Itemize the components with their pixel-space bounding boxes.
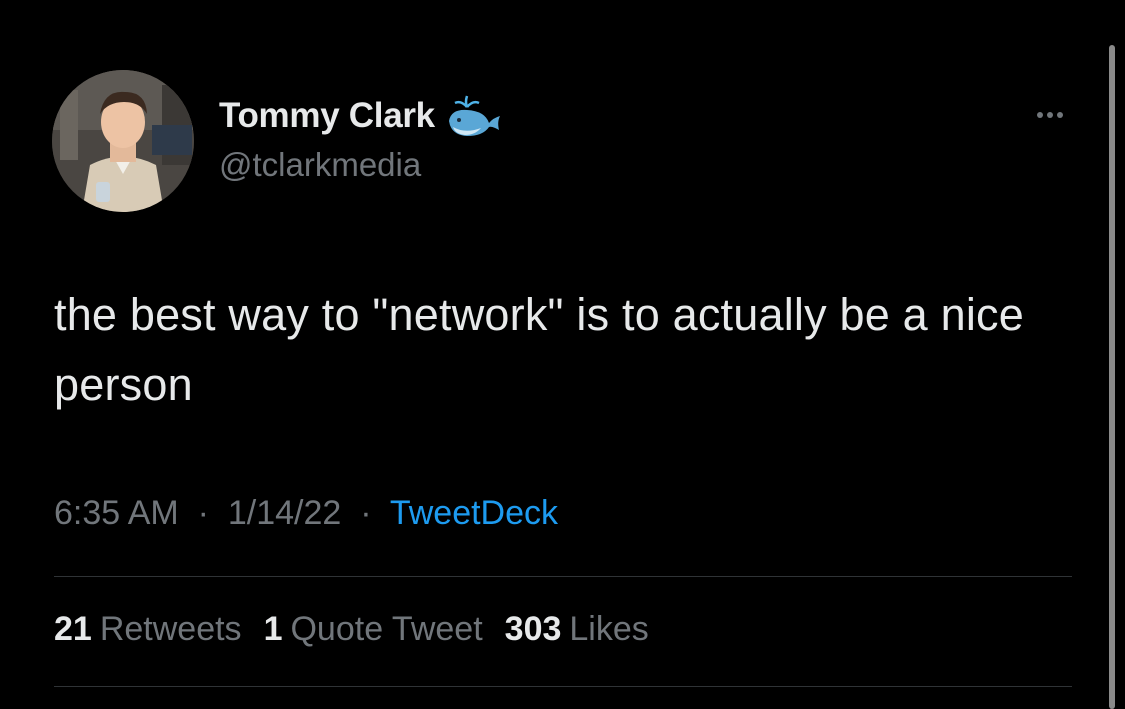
tweet-stats: 21 Retweets 1 Quote Tweet 303 Likes (54, 610, 671, 649)
tweet-source-link[interactable]: TweetDeck (390, 494, 558, 532)
divider (54, 686, 1072, 687)
quote-tweets-stat[interactable]: 1 Quote Tweet (264, 610, 483, 649)
scrollbar[interactable] (1109, 45, 1115, 709)
more-options-button[interactable] (1026, 100, 1074, 130)
meta-separator: · (188, 494, 219, 532)
tweet-text: the best way to "network" is to actually… (54, 289, 1024, 410)
more-dot-icon (1037, 112, 1043, 118)
author-display-name[interactable]: Tommy Clark (219, 96, 435, 136)
retweets-label: Retweets (99, 610, 242, 648)
quote-tweets-count: 1 (263, 610, 283, 648)
author-name-row[interactable]: Tommy Clark (219, 94, 503, 138)
more-dot-icon (1047, 112, 1053, 118)
spouting-whale-icon (445, 94, 503, 138)
more-dot-icon (1057, 112, 1063, 118)
likes-label: Likes (569, 610, 649, 648)
tweet-time[interactable]: 6:35 AM (54, 494, 179, 532)
divider (54, 576, 1072, 577)
tweet-meta: 6:35 AM · 1/14/22 · TweetDeck (54, 494, 558, 533)
author-handle[interactable]: @tclarkmedia (219, 146, 421, 184)
retweets-count: 21 (54, 610, 92, 648)
meta-separator: · (350, 494, 381, 532)
retweets-stat[interactable]: 21 Retweets (54, 610, 242, 649)
likes-count: 303 (504, 610, 562, 648)
tweet-detail: Tommy Clark @tclarkmedia the best way to… (0, 0, 1125, 709)
quote-tweets-label: Quote Tweet (290, 610, 483, 648)
likes-stat[interactable]: 303 Likes (505, 610, 649, 649)
avatar[interactable] (52, 70, 194, 212)
tweet-date[interactable]: 1/14/22 (228, 494, 341, 532)
